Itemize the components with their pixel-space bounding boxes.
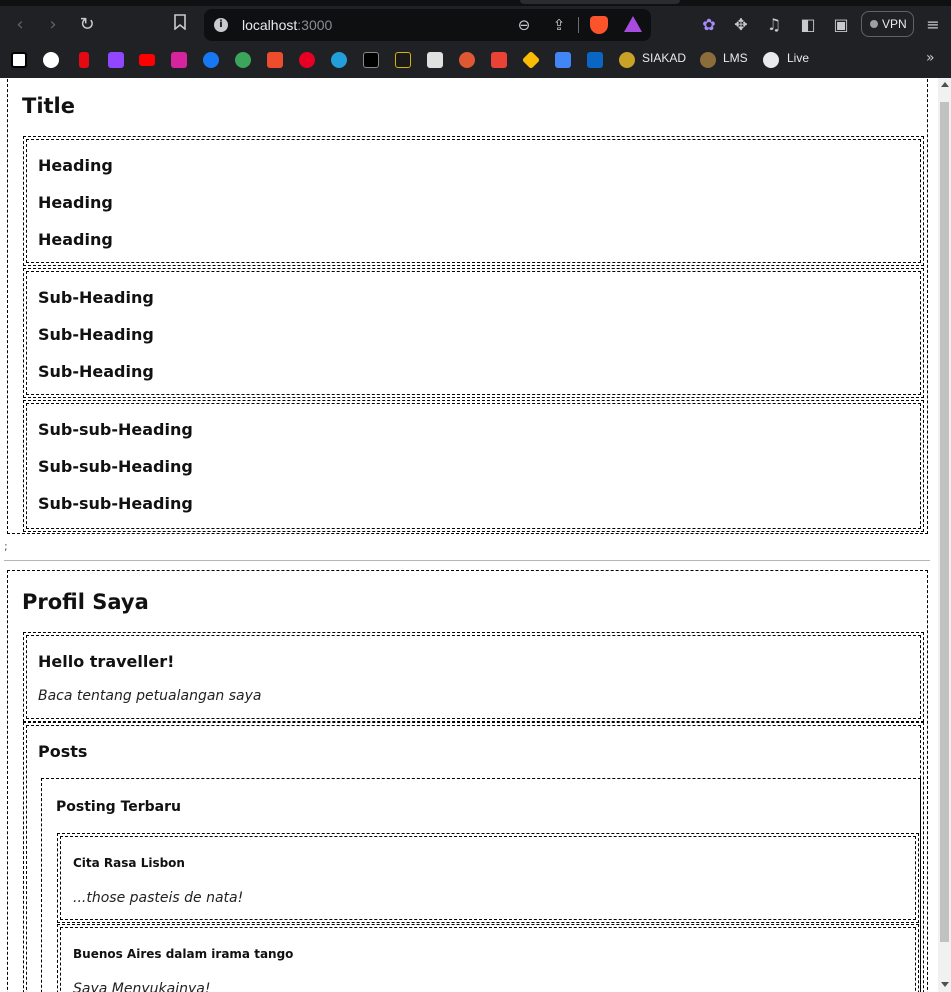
facebook-icon[interactable] xyxy=(203,52,219,68)
browser-chrome: ‹ › ↻ i localhost:3000 ⊖ ⇪ ✿ ✥ ♫ ◧ ▣ VPN… xyxy=(0,0,951,78)
lms-icon[interactable] xyxy=(700,52,716,68)
horizontal-rule xyxy=(4,560,930,561)
telegram-icon[interactable] xyxy=(331,52,347,68)
address-bar[interactable]: i localhost:3000 ⊖ ⇪ xyxy=(204,9,651,41)
siakad-icon[interactable] xyxy=(619,52,635,68)
greeting-subtitle: Baca tentang petualangan saya xyxy=(38,688,262,704)
posts-heading: Posts xyxy=(38,742,88,761)
page-viewport: Title Heading Heading Heading Sub-Headin… xyxy=(0,78,951,992)
gmail-icon[interactable] xyxy=(491,52,507,68)
site-info-icon[interactable]: i xyxy=(214,18,228,32)
google-translate-icon[interactable] xyxy=(555,52,571,68)
browser-toolbar: ‹ › ↻ i localhost:3000 ⊖ ⇪ ✿ ✥ ♫ ◧ ▣ VPN… xyxy=(0,6,951,44)
menu-icon[interactable]: ≡ xyxy=(922,14,944,36)
google-drive-icon[interactable] xyxy=(521,50,541,70)
youtube-icon[interactable] xyxy=(139,54,155,66)
active-tab-indicator[interactable] xyxy=(520,0,680,4)
instagram-icon[interactable] xyxy=(171,52,187,68)
docs-icon[interactable] xyxy=(427,52,443,68)
greeting-block xyxy=(23,632,924,722)
url-port: :3000 xyxy=(297,17,333,33)
brave-rewards-icon[interactable] xyxy=(624,16,642,32)
post-card[interactable] xyxy=(57,833,919,923)
subheading-1: Sub-Heading xyxy=(38,288,154,307)
live-icon[interactable] xyxy=(763,52,779,68)
post-title[interactable]: Cita Rasa Lisbon xyxy=(73,856,185,870)
subsubheading-1: Sub-sub-Heading xyxy=(38,420,193,439)
sidebar-icon[interactable]: ◧ xyxy=(797,14,819,36)
subheading-block xyxy=(23,268,924,398)
shopee-icon[interactable] xyxy=(267,52,283,68)
vpn-status-icon xyxy=(870,20,878,28)
leo-ai-icon[interactable]: ✿ xyxy=(698,14,720,36)
latest-posts-heading: Posting Terbaru xyxy=(56,799,181,815)
twitch-icon[interactable] xyxy=(108,52,124,68)
greeting-heading: Hello traveller! xyxy=(38,652,175,671)
extensions-icon[interactable]: ✥ xyxy=(730,14,752,36)
tokopedia-icon[interactable] xyxy=(235,52,251,68)
bookmark-siakad[interactable]: SIAKAD xyxy=(642,51,686,65)
subheading-3: Sub-Heading xyxy=(38,362,154,381)
netflix-icon[interactable] xyxy=(79,52,89,68)
zoom-icon[interactable]: ⊖ xyxy=(515,16,533,34)
address-url[interactable]: localhost:3000 xyxy=(242,17,332,33)
brave-shields-icon[interactable] xyxy=(590,16,608,34)
heading-block xyxy=(23,136,924,266)
reload-icon[interactable]: ↻ xyxy=(76,14,98,36)
bookmark-live[interactable]: Live xyxy=(787,51,809,65)
heading-3: Heading xyxy=(38,230,113,249)
bookmarks-bar: SIAKAD LMS Live » xyxy=(0,44,951,78)
post-excerpt: ...those pasteis de nata! xyxy=(73,890,244,906)
post-excerpt: Saya Menyukainya! xyxy=(73,981,211,992)
forward-icon[interactable]: › xyxy=(42,14,64,36)
bookmark-lms[interactable]: LMS xyxy=(723,51,748,65)
bookmarks-more-icon[interactable]: » xyxy=(926,50,935,66)
media-icon[interactable]: ♫ xyxy=(763,14,785,36)
subheading-2: Sub-Heading xyxy=(38,325,154,344)
wallet-icon[interactable]: ▣ xyxy=(830,14,852,36)
post-title[interactable]: Buenos Aires dalam irama tango xyxy=(73,947,293,961)
subsubheading-3: Sub-sub-Heading xyxy=(38,494,193,513)
monkeytype-icon[interactable] xyxy=(395,52,411,68)
pinterest-icon[interactable] xyxy=(299,52,315,68)
heading-1: Heading xyxy=(38,156,113,175)
vpn-button[interactable]: VPN xyxy=(861,11,914,37)
linkedin-icon[interactable] xyxy=(587,52,603,68)
subsubheading-2: Sub-sub-Heading xyxy=(38,457,193,476)
page-title: Title xyxy=(22,94,76,118)
stray-text: ; xyxy=(4,540,8,553)
back-icon[interactable]: ‹ xyxy=(9,14,31,36)
scroll-thumb[interactable] xyxy=(940,102,949,942)
notion-icon[interactable] xyxy=(11,52,27,68)
heading-2: Heading xyxy=(38,193,113,212)
x-icon[interactable] xyxy=(363,52,379,68)
bookmark-icon[interactable] xyxy=(169,14,191,36)
duckduckgo-icon[interactable] xyxy=(459,52,475,68)
scroll-up-icon[interactable] xyxy=(941,82,949,87)
omnibox-separator xyxy=(578,17,579,33)
vpn-label: VPN xyxy=(882,17,907,31)
github-icon[interactable] xyxy=(43,52,59,68)
profile-title: Profil Saya xyxy=(22,590,149,614)
scroll-down-icon[interactable] xyxy=(941,982,949,987)
share-icon[interactable]: ⇪ xyxy=(550,16,568,34)
vertical-scrollbar[interactable] xyxy=(938,78,951,992)
url-host: localhost xyxy=(242,17,298,33)
